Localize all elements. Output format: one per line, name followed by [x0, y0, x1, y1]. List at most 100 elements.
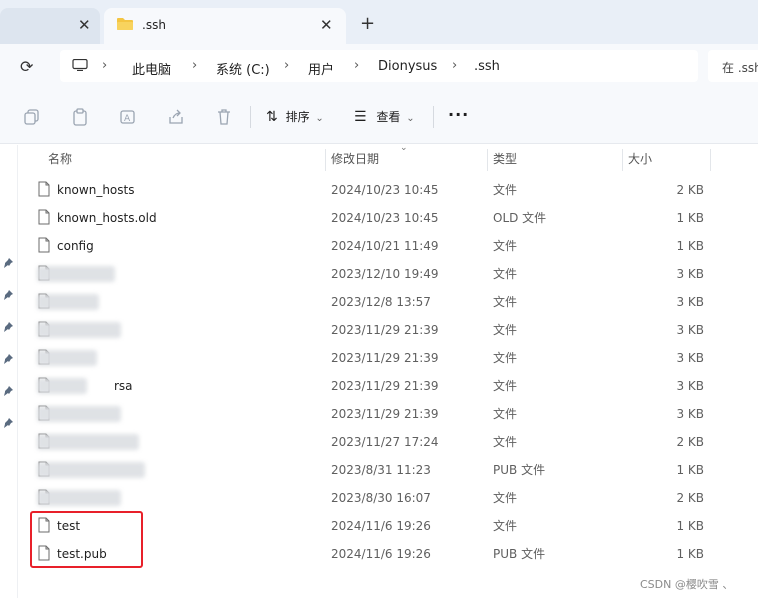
file-row[interactable]: 2023/11/29 21:39 文件 3 KB — [18, 344, 758, 372]
file-name: known_hosts.old — [57, 211, 157, 225]
search-input[interactable]: 在 .ssh — [708, 50, 758, 82]
address-row: ⟳ › 此电脑 › 系统 (C:) › 用户 › Dionysus › .ssh… — [0, 44, 758, 90]
redaction-blur — [37, 490, 121, 506]
file-row[interactable]: 2023/12/8 13:57 文件 3 KB — [18, 288, 758, 316]
toolbar-divider — [433, 106, 434, 128]
pin-icon[interactable] — [2, 257, 14, 269]
file-name: rsa — [114, 379, 133, 393]
close-icon[interactable]: ✕ — [320, 16, 333, 34]
tab-ssh[interactable]: .ssh ✕ — [104, 8, 346, 44]
file-row[interactable]: 2023/11/29 21:39 文件 3 KB — [18, 316, 758, 344]
column-header-size[interactable]: 大小 — [628, 145, 652, 173]
breadcrumb-users[interactable]: 用户 — [308, 59, 334, 78]
file-size: 1 KB — [676, 463, 704, 477]
breadcrumb-dionysus[interactable]: Dionysus — [378, 59, 437, 74]
column-divider[interactable] — [622, 149, 623, 171]
watermark: CSDN @樱吹雪 、 — [640, 578, 734, 591]
file-row[interactable]: 2023/11/27 17:24 文件 2 KB — [18, 428, 758, 456]
breadcrumb-separator: › — [102, 58, 108, 73]
file-type: 文件 — [493, 491, 518, 505]
column-divider[interactable] — [487, 149, 488, 171]
close-icon[interactable]: ✕ — [78, 16, 91, 34]
pin-icon[interactable] — [2, 417, 14, 429]
new-tab-button[interactable]: + — [360, 14, 375, 34]
file-type: 文件 — [493, 267, 518, 281]
file-row[interactable]: rsa 2023/11/29 21:39 文件 3 KB — [18, 372, 758, 400]
file-row[interactable]: 2023/12/10 19:49 文件 3 KB — [18, 260, 758, 288]
pin-icon[interactable] — [2, 289, 14, 301]
file-date: 2023/11/29 21:39 — [331, 379, 439, 393]
file-date: 2024/10/23 10:45 — [331, 211, 439, 225]
redaction-blur — [37, 350, 97, 366]
file-row[interactable]: known_hosts.old 2024/10/23 10:45 OLD 文件 1 K… — [18, 204, 758, 232]
sort-button[interactable]: ⇅ 排序 ⌄ — [266, 107, 324, 127]
command-bar: A ⇅ 排序 ⌄ ☰ 查看 ⌄ ··· — [0, 90, 758, 144]
file-size: 3 KB — [676, 295, 704, 309]
chevron-down-icon: ⌄ — [315, 113, 324, 124]
refresh-icon[interactable]: ⟳ — [20, 57, 33, 76]
file-name: known_hosts — [57, 183, 135, 197]
paste-icon[interactable] — [71, 108, 89, 126]
redaction-blur — [37, 378, 87, 394]
pin-icon[interactable] — [2, 385, 14, 397]
file-row[interactable]: 2023/8/30 16:07 文件 2 KB — [18, 484, 758, 512]
column-divider[interactable] — [325, 149, 326, 171]
file-row[interactable]: known_hosts 2024/10/23 10:45 文件 2 KB — [18, 176, 758, 204]
breadcrumb-separator: › — [192, 58, 198, 73]
rename-icon[interactable]: A — [119, 108, 137, 126]
view-button[interactable]: ☰ 查看 ⌄ — [354, 107, 415, 127]
tab-previous[interactable]: ✕ — [0, 8, 100, 44]
column-header-type[interactable]: 类型 — [493, 145, 517, 173]
navigation-pane-edge — [0, 145, 18, 598]
file-date: 2023/8/30 16:07 — [331, 491, 431, 505]
pin-icon[interactable] — [2, 321, 14, 333]
file-icon — [38, 181, 50, 197]
file-name: config — [57, 239, 94, 253]
file-type: PUB 文件 — [493, 463, 546, 477]
svg-text:A: A — [124, 114, 131, 124]
tab-bar: ✕ .ssh ✕ + — [0, 0, 758, 44]
file-icon — [38, 237, 50, 253]
toolbar-divider — [250, 106, 251, 128]
share-icon[interactable] — [167, 108, 185, 126]
file-date: 2024/11/6 19:26 — [331, 519, 431, 533]
breadcrumb-this-pc[interactable]: 此电脑 — [132, 59, 171, 78]
file-size: 3 KB — [676, 323, 704, 337]
file-icon — [38, 209, 50, 225]
address-bar[interactable]: › 此电脑 › 系统 (C:) › 用户 › Dionysus › .ssh — [60, 50, 698, 82]
redaction-blur — [37, 434, 139, 450]
file-row[interactable]: test 2024/11/6 19:26 文件 1 KB — [18, 512, 758, 540]
column-header-date[interactable]: 修改日期 — [331, 145, 379, 173]
delete-icon[interactable] — [215, 108, 233, 126]
redaction-blur — [37, 406, 121, 422]
more-options-button[interactable]: ··· — [448, 105, 469, 124]
file-row[interactable]: config 2024/10/21 11:49 文件 1 KB — [18, 232, 758, 260]
redaction-blur — [37, 322, 121, 338]
file-row[interactable]: test.pub 2024/11/6 19:26 PUB 文件 1 KB — [18, 540, 758, 568]
pin-icon[interactable] — [2, 353, 14, 365]
file-size: 1 KB — [676, 211, 704, 225]
file-size: 1 KB — [676, 519, 704, 533]
column-header-name[interactable]: 名称 — [48, 145, 72, 173]
file-size: 1 KB — [676, 239, 704, 253]
breadcrumb-ssh[interactable]: .ssh — [474, 59, 500, 74]
copy-icon[interactable] — [23, 108, 41, 126]
search-placeholder: 在 .ssh — [722, 61, 758, 75]
file-size: 3 KB — [676, 379, 704, 393]
file-date: 2024/10/21 11:49 — [331, 239, 439, 253]
breadcrumb-system-c[interactable]: 系统 (C:) — [216, 59, 270, 78]
file-icon — [38, 517, 50, 533]
tab-title: .ssh — [142, 18, 166, 32]
file-date: 2023/11/27 17:24 — [331, 435, 439, 449]
file-size: 2 KB — [676, 435, 704, 449]
breadcrumb-separator: › — [284, 58, 290, 73]
breadcrumb-separator: › — [452, 58, 458, 73]
sort-label: 排序 — [285, 110, 310, 124]
column-divider[interactable] — [710, 149, 711, 171]
file-row[interactable]: 2023/8/31 11:23 PUB 文件 1 KB — [18, 456, 758, 484]
computer-icon — [72, 59, 88, 71]
redaction-blur — [37, 294, 99, 310]
file-date: 2023/11/29 21:39 — [331, 407, 439, 421]
file-row[interactable]: 2023/11/29 21:39 文件 3 KB — [18, 400, 758, 428]
file-type: 文件 — [493, 351, 518, 365]
